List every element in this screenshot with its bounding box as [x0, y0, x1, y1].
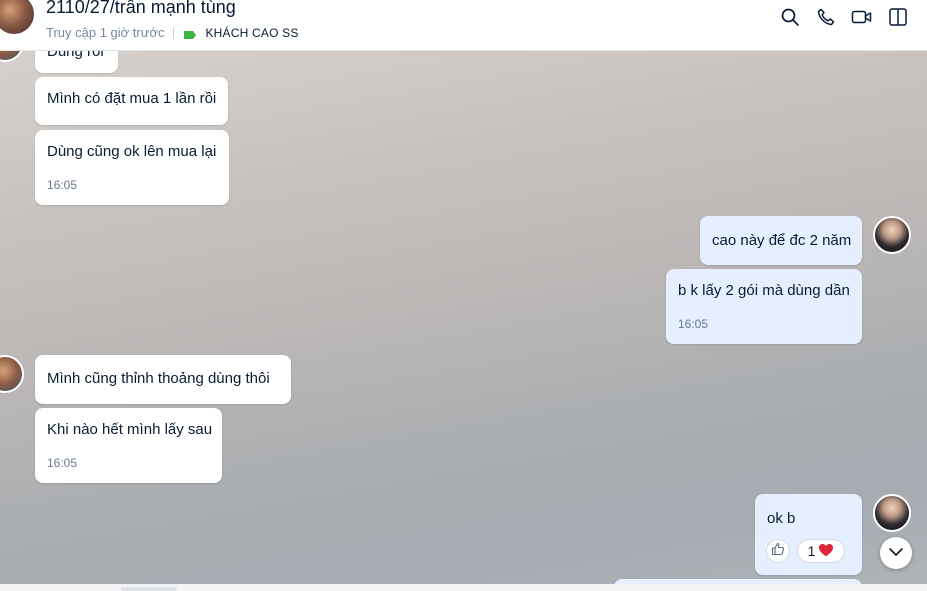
message-text: b k lấy 2 gói mà dùng dần: [678, 282, 850, 299]
sidebar-toggle-icon[interactable]: [887, 6, 909, 28]
thumbs-up-icon: [771, 542, 785, 560]
message-bubble-incoming[interactable]: Mình cũng thỉnh thoảng dùng thôi: [35, 355, 291, 404]
message-list[interactable]: Đúng rồi Mình có đặt mua 1 lần rồi Dùng …: [0, 50, 927, 584]
customer-avatar[interactable]: [0, 50, 24, 62]
search-icon[interactable]: [779, 6, 801, 28]
message-text: cao này để đc 2 năm: [712, 232, 852, 249]
message-text: Mình cũng thỉnh thoảng dùng thôi: [47, 370, 270, 387]
video-call-icon[interactable]: [851, 6, 873, 28]
message-text: Mình có đặt mua 1 lần rồi: [47, 90, 217, 107]
chevron-down-icon: [888, 544, 904, 562]
message-text: Khi nào hết mình lấy sau: [47, 421, 213, 438]
chat-header: 2110/27/trần mạnh tùng Truy cập 1 giờ tr…: [0, 0, 927, 51]
message-time: 16:05: [47, 456, 78, 470]
scroll-to-bottom-button[interactable]: [880, 537, 912, 569]
message-bubble-outgoing[interactable]: b k lấy 2 gói mà dùng dần 16:05: [666, 269, 862, 344]
header-actions: [779, 6, 909, 28]
message-bubble-incoming[interactable]: Dùng cũng ok lên mua lại 16:05: [35, 130, 229, 205]
like-reaction-button[interactable]: [766, 539, 790, 563]
message-text: Dùng cũng ok lên mua lại: [47, 143, 217, 160]
reaction-count: 1: [807, 543, 816, 559]
phone-icon[interactable]: [815, 6, 837, 28]
message-time: 16:05: [47, 178, 78, 192]
message-bubble-incoming[interactable]: Đúng rồi: [35, 50, 118, 73]
last-seen-text: Truy cập 1 giờ trước: [46, 25, 165, 40]
message-bubble-incoming[interactable]: Mình có đặt mua 1 lần rồi: [35, 77, 228, 125]
customer-avatar[interactable]: [0, 355, 24, 393]
toolbar-hint: [121, 587, 177, 591]
contact-name[interactable]: 2110/27/trần mạnh tùng: [46, 0, 236, 18]
message-bubble-outgoing[interactable]: cao này để đc 2 năm: [700, 216, 862, 265]
message-time: 16:05: [678, 317, 709, 331]
message-text: ok b: [767, 510, 796, 527]
tag-icon[interactable]: [183, 28, 197, 39]
composer-top-edge: [0, 584, 927, 591]
divider: [173, 26, 175, 39]
message-text: Đúng rồi: [47, 50, 104, 60]
agent-avatar[interactable]: [873, 494, 911, 532]
message-bubble-outgoing[interactable]: ok b 1: [755, 494, 862, 575]
agent-avatar[interactable]: [873, 216, 911, 254]
message-bubble-incoming[interactable]: Khi nào hết mình lấy sau 16:05: [35, 408, 222, 483]
heart-icon: [818, 543, 834, 560]
contact-avatar[interactable]: [0, 0, 36, 36]
customer-tag[interactable]: KHÁCH CAO SS: [205, 26, 298, 40]
reaction-summary[interactable]: 1: [797, 539, 845, 563]
contact-status-line: Truy cập 1 giờ trước KHÁCH CAO SS: [46, 25, 299, 40]
